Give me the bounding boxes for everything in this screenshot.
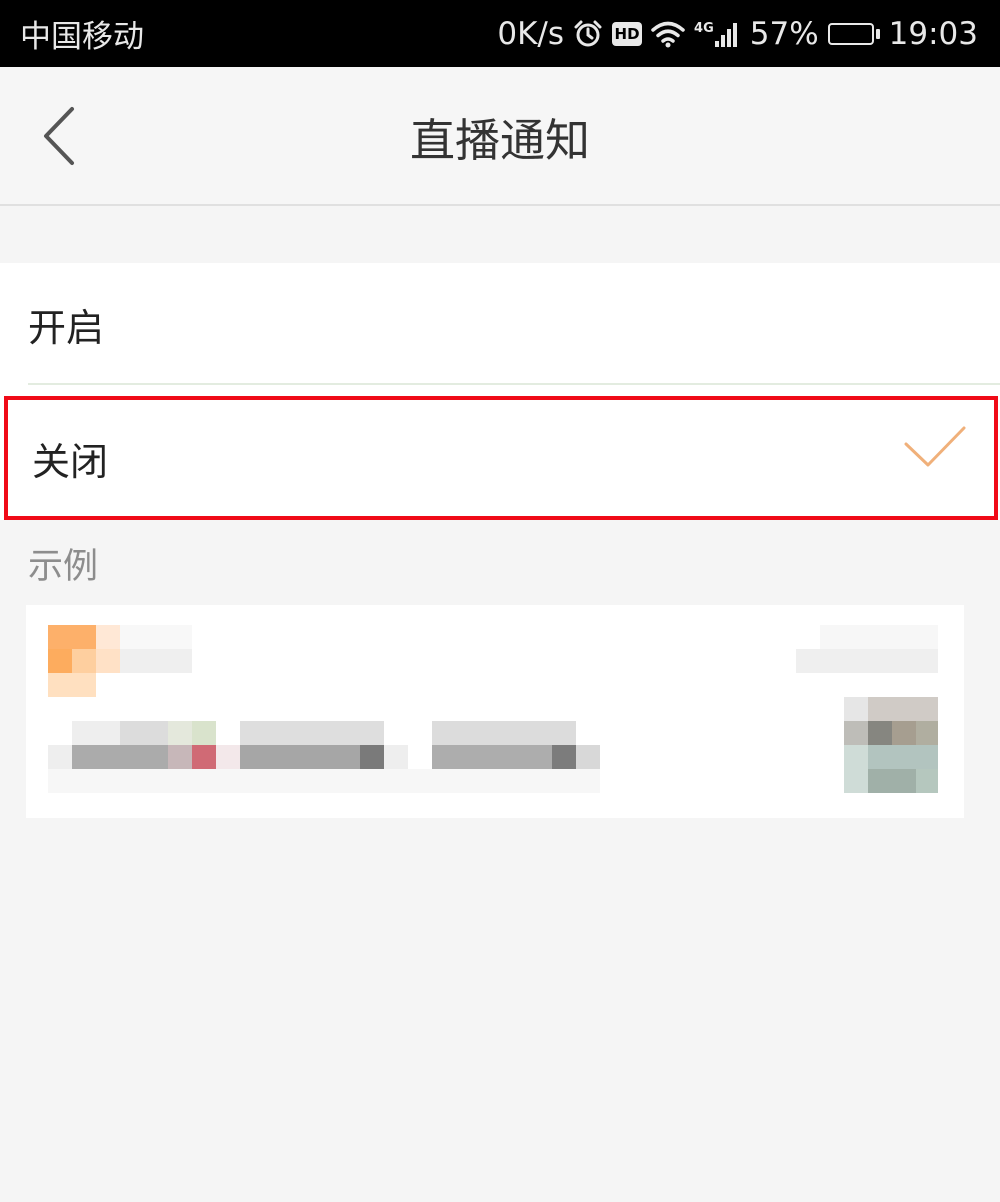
option-on[interactable]: 开启: [0, 263, 1000, 385]
clock: 19:03: [888, 15, 978, 52]
cellular-signal-icon: 4G: [694, 21, 741, 47]
status-indicators: 0K/s HD 4G 57% 19:03: [497, 16, 978, 52]
example-label: 示例: [28, 547, 99, 587]
battery-icon: [827, 22, 880, 45]
option-off[interactable]: 关闭: [4, 396, 998, 520]
nav-bar: 直播通知: [0, 67, 1000, 206]
network-type: 4G: [694, 20, 714, 36]
notification-options: 开启 关闭: [0, 263, 1000, 520]
status-bar: 中国移动 0K/s HD 4G 57% 19:03: [0, 0, 1000, 67]
option-on-label: 开启: [28, 305, 105, 350]
hd-icon: HD: [612, 21, 643, 46]
page-title: 直播通知: [409, 114, 590, 167]
example-notification-preview: [26, 605, 964, 818]
alarm-icon: [573, 19, 603, 49]
network-speed: 0K/s: [497, 15, 565, 52]
wifi-icon: [651, 20, 685, 48]
carrier-name: 中国移动: [20, 19, 144, 55]
checkmark-icon: [904, 426, 966, 467]
option-off-label: 关闭: [32, 439, 109, 484]
battery-percent: 57%: [749, 15, 819, 52]
